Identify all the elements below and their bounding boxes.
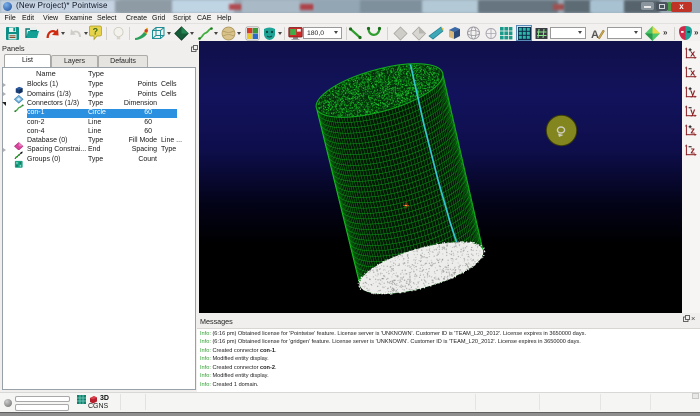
svg-text:z: z: [690, 125, 695, 135]
svg-text:?: ?: [93, 27, 99, 37]
svg-text:y: y: [690, 106, 696, 116]
svg-text:x: x: [690, 68, 696, 78]
svg-text:A: A: [591, 29, 599, 41]
svg-text:y: y: [690, 87, 696, 97]
svg-text:z: z: [690, 145, 695, 155]
svg-text:x: x: [690, 48, 696, 58]
